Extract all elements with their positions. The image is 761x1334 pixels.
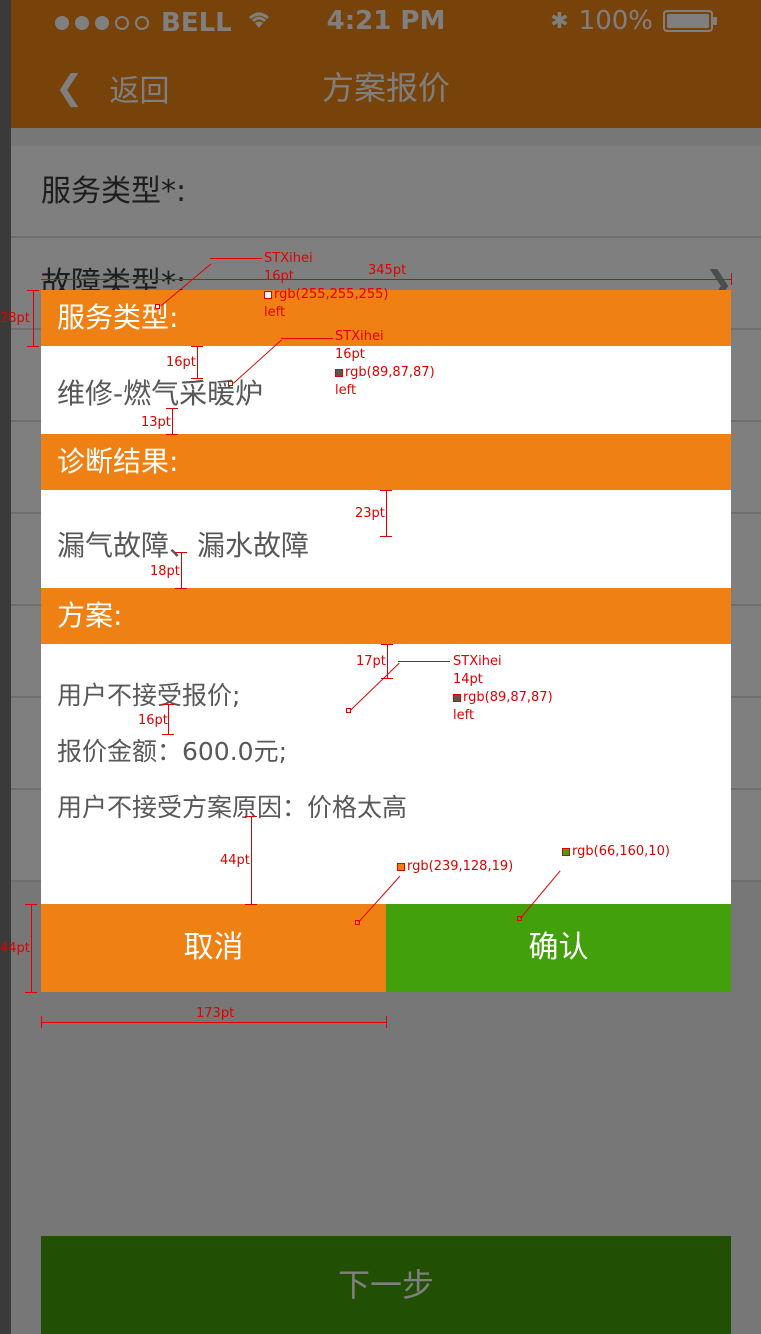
font-align-label: left	[335, 383, 357, 398]
gap-17-label: 17pt	[356, 654, 386, 669]
canvas-left-strip	[0, 0, 11, 1334]
width-dimension-line	[41, 1022, 386, 1023]
leader-line	[281, 338, 333, 339]
dimension-tick	[245, 904, 257, 905]
plan-header: 方案:	[41, 588, 731, 644]
orange-color-label: rgb(239,128,19)	[397, 859, 513, 874]
dimension-tick	[380, 536, 392, 537]
gap-line	[172, 408, 173, 434]
height-28-label: 28pt	[0, 311, 30, 326]
leader-line	[210, 258, 262, 259]
gap-line	[168, 704, 169, 734]
dimension-tick	[27, 290, 39, 291]
dimension-tick	[175, 552, 187, 553]
gap-line	[386, 490, 387, 536]
width-173-label: 173pt	[196, 1006, 235, 1021]
cancel-button[interactable]: 取消	[41, 904, 386, 992]
font-name-label: STXihei	[335, 329, 384, 344]
font-name-label: STXihei	[264, 251, 313, 266]
font-color-label: rgb(89,87,87)	[335, 365, 435, 380]
spec-point	[155, 304, 160, 309]
dimension-tick	[166, 434, 178, 435]
dimension-tick	[162, 704, 174, 705]
gap-18-label: 18pt	[150, 564, 180, 579]
diagnosis-header: 诊断结果:	[41, 434, 731, 490]
width-345-label: 345pt	[368, 263, 407, 278]
dimension-tick	[162, 734, 174, 735]
plan-line: 用户不接受报价;	[57, 681, 241, 710]
font-size-label: 16pt	[335, 347, 365, 362]
gap-16-label: 16pt	[138, 713, 168, 728]
dimension-tick	[191, 346, 203, 347]
font-align-label: left	[264, 305, 286, 320]
button-height-line	[31, 904, 32, 992]
dimension-tick	[731, 273, 732, 285]
height-44-label: 44pt	[0, 941, 30, 956]
font-align-label: left	[453, 708, 475, 723]
dimension-tick	[191, 378, 203, 379]
gap-16-label: 16pt	[166, 355, 196, 370]
width-dimension-line	[41, 279, 731, 280]
font-size-label: 14pt	[453, 672, 483, 687]
service-type-value: 维修-燃气采暖炉	[57, 377, 264, 410]
gap-44-label: 44pt	[220, 853, 250, 868]
spec-point	[228, 381, 233, 386]
dimension-tick	[380, 490, 392, 491]
dimension-tick	[381, 644, 393, 645]
font-color-label: rgb(255,255,255)	[264, 287, 388, 302]
gap-line	[251, 816, 252, 904]
dimension-tick	[25, 904, 37, 905]
dimension-tick	[25, 992, 37, 993]
dimension-tick	[166, 408, 178, 409]
font-name-label: STXihei	[453, 654, 502, 669]
quote-dialog: 服务类型: 维修-燃气采暖炉 诊断结果: 漏气故障、漏水故障 方案: 用户不接受…	[41, 290, 731, 992]
plan-line: 用户不接受方案原因：价格太高	[57, 793, 408, 822]
header-height-line	[33, 290, 34, 346]
leader-line	[398, 661, 450, 662]
gap-23-label: 23pt	[355, 506, 385, 521]
plan-line: 报价金额：600.0元;	[57, 737, 287, 766]
font-size-label: 16pt	[264, 269, 294, 284]
gap-13-label: 13pt	[141, 415, 171, 430]
dimension-tick	[27, 346, 39, 347]
dimension-tick	[386, 1016, 387, 1028]
dimension-tick	[245, 816, 257, 817]
diagnosis-value: 漏气故障、漏水故障	[57, 529, 310, 562]
dimension-tick	[175, 588, 187, 589]
font-color-label: rgb(89,87,87)	[453, 690, 553, 705]
dimension-tick	[41, 1016, 42, 1028]
confirm-button[interactable]: 确认	[386, 904, 731, 992]
green-color-label: rgb(66,160,10)	[562, 844, 670, 859]
gap-line	[197, 346, 198, 378]
gap-line	[181, 552, 182, 588]
